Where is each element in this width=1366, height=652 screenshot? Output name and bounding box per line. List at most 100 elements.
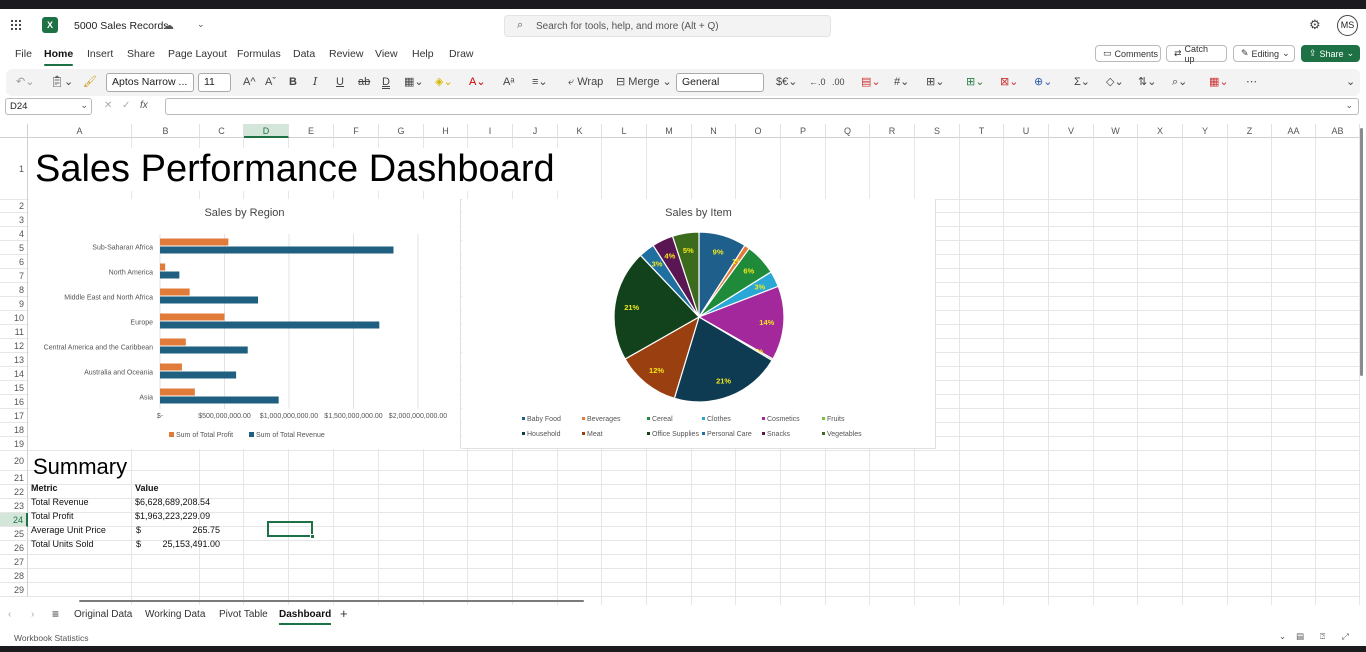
help-feedback-icon[interactable]: ⍰ [1320, 631, 1325, 642]
column-header[interactable]: C [200, 124, 244, 138]
column-header[interactable]: V [1049, 124, 1094, 138]
worksheet-grid[interactable]: A B C D E F G H I J K L M N O P Q R S T U V W X Y Z AA AB 123456789… [0, 124, 1366, 605]
catch-up-button[interactable]: ⇄ Catch up [1166, 44, 1227, 64]
app-launcher-icon[interactable] [10, 19, 22, 31]
row-header[interactable]: 8 [0, 283, 28, 297]
region-bar-chart[interactable]: Sales by Region $- $500,000,000.00 $1,000,… [29, 199, 461, 449]
row-header[interactable]: 3 [0, 213, 28, 227]
column-header[interactable]: M [647, 124, 692, 138]
row-header[interactable]: 19 [0, 437, 28, 451]
column-header[interactable]: R [870, 124, 915, 138]
row-header[interactable]: 21 [0, 471, 28, 485]
status-chevron-down-icon[interactable]: ⌄ [1279, 631, 1286, 642]
add-sheet-icon[interactable]: + [340, 606, 348, 621]
column-header[interactable]: A [28, 124, 132, 138]
column-header[interactable]: I [468, 124, 513, 138]
font-color-icon[interactable]: A⌄ [469, 75, 486, 89]
autosum-icon[interactable]: Σ⌄ [1074, 75, 1090, 89]
column-header[interactable]: E [289, 124, 334, 138]
clear-icon[interactable]: ◇⌄ [1106, 75, 1124, 89]
row-header[interactable]: 28 [0, 569, 28, 583]
item-pie-chart[interactable]: Sales by Item 9%1%6%3%14%0%21%12%21%3%4%… [462, 199, 936, 449]
menu-data[interactable]: Data [293, 48, 315, 60]
name-box[interactable]: D24 ⌄ [5, 98, 92, 115]
view-normal-icon[interactable]: ▤ [1296, 631, 1304, 642]
row-header[interactable]: 25 [0, 527, 28, 541]
font-name-select[interactable]: Aptos Narrow ... [106, 73, 194, 92]
number-format-select[interactable]: General [676, 73, 764, 92]
summary-value-total-revenue[interactable]: $6,628,689,208.54 [135, 497, 210, 507]
column-header[interactable]: J [513, 124, 558, 138]
dashboard-title[interactable]: Sales Performance Dashboard [35, 148, 561, 191]
enter-icon[interactable]: ✓ [122, 100, 130, 111]
insert-cells-icon[interactable]: ⊞⌄ [966, 75, 984, 89]
select-all-corner[interactable] [0, 124, 28, 138]
search-box[interactable]: ⌕ Search for tools, help, and more (Alt … [504, 15, 831, 37]
menu-file[interactable]: File [15, 48, 32, 60]
menu-review[interactable]: Review [329, 48, 363, 60]
summary-metric-total-profit[interactable]: Total Profit [31, 511, 74, 521]
row-header[interactable]: 16 [0, 395, 28, 409]
row-header[interactable]: 11 [0, 325, 28, 339]
strikethrough-icon[interactable]: ab [358, 75, 370, 89]
addins-icon[interactable]: ▦⌄ [1209, 75, 1229, 89]
double-underline-icon[interactable]: D [382, 75, 390, 89]
decimal-increase-icon[interactable]: ←.0 [809, 75, 826, 89]
row-header[interactable]: 10 [0, 311, 28, 325]
row-header[interactable]: 22 [0, 485, 28, 499]
comments-button[interactable]: ▭ Comments [1095, 45, 1161, 62]
summary-value-total-units[interactable]: 25,153,491.00 [150, 539, 220, 549]
bold-icon[interactable]: B [289, 75, 297, 89]
column-header[interactable]: F [334, 124, 379, 138]
clear-format-icon[interactable]: Aᵃ [503, 75, 514, 89]
currency-icon[interactable]: $€⌄ [776, 75, 797, 89]
menu-view[interactable]: View [375, 48, 398, 60]
row-header[interactable]: 12 [0, 339, 28, 353]
scroll-tabs-right-icon[interactable]: › [31, 609, 34, 620]
column-header[interactable]: S [915, 124, 960, 138]
file-menu-chevron-icon[interactable]: ⌄ [197, 19, 205, 30]
increase-font-icon[interactable]: A^ [243, 75, 256, 89]
column-header[interactable]: W [1094, 124, 1138, 138]
menu-draw[interactable]: Draw [449, 48, 474, 60]
scroll-tabs-left-icon[interactable]: ‹ [8, 609, 11, 620]
align-icon[interactable]: ≡⌄ [532, 75, 548, 89]
format-cells-icon[interactable]: ⊕⌄ [1034, 75, 1052, 89]
sheet-tab-original-data[interactable]: Original Data [74, 609, 132, 620]
summary-metric-avg-unit-price[interactable]: Average Unit Price [31, 525, 106, 535]
row-header[interactable]: 9 [0, 297, 28, 311]
column-header[interactable]: AA [1272, 124, 1316, 138]
row-header[interactable]: 1 [0, 138, 28, 200]
row-header[interactable]: 4 [0, 227, 28, 241]
column-header[interactable]: O [736, 124, 781, 138]
column-header[interactable]: H [424, 124, 468, 138]
borders-icon[interactable]: ▦⌄ [404, 75, 424, 89]
wrap-button[interactable]: ⤶ Wrap [568, 75, 603, 89]
column-header[interactable]: B [132, 124, 200, 138]
column-header[interactable]: K [558, 124, 602, 138]
format-painter-icon[interactable]: 🖌︎ [83, 75, 97, 89]
fill-handle[interactable] [310, 534, 315, 539]
column-header[interactable]: AB [1316, 124, 1360, 138]
insert-function-icon[interactable]: fx [140, 100, 148, 111]
sheet-tab-working-data[interactable]: Working Data [145, 609, 205, 620]
column-header[interactable]: T [960, 124, 1004, 138]
column-header[interactable]: Z [1228, 124, 1272, 138]
editing-mode-button[interactable]: ✎ Editing ⌄ [1233, 45, 1295, 62]
summary-header-metric[interactable]: Metric [31, 483, 58, 493]
fill-color-icon[interactable]: ◈⌄ [435, 75, 453, 89]
summary-value-avg-unit-price[interactable]: 265.75 [150, 525, 220, 535]
italic-icon[interactable]: I [313, 75, 317, 89]
row-header[interactable]: 29 [0, 583, 28, 597]
settings-gear-icon[interactable]: ⚙ [1309, 17, 1321, 33]
summary-metric-total-units[interactable]: Total Units Sold [31, 539, 94, 549]
summary-header-value[interactable]: Value [135, 483, 159, 493]
horizontal-scrollbar[interactable] [79, 600, 584, 602]
decimal-decrease-icon[interactable]: .00 [832, 75, 845, 89]
menu-page-layout[interactable]: Page Layout [168, 48, 227, 60]
row-header[interactable]: 6 [0, 255, 28, 269]
row-header[interactable]: 13 [0, 353, 28, 367]
summary-value-total-profit[interactable]: $1,963,223,229.09 [135, 511, 210, 521]
selected-cell[interactable] [267, 521, 313, 537]
file-name[interactable]: 5000 Sales Records [74, 20, 169, 32]
